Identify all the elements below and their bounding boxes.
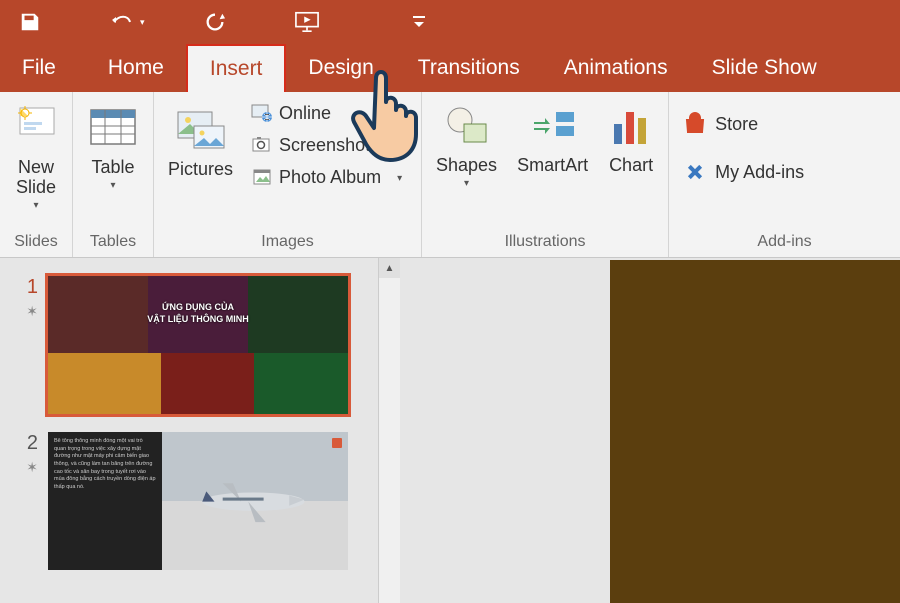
smartart-button[interactable]: SmartArt — [511, 98, 594, 180]
store-icon — [683, 112, 707, 136]
customize-qat-icon[interactable] — [407, 10, 431, 34]
table-button[interactable]: Table ▾ — [81, 98, 145, 195]
transition-star-icon: ✶ — [26, 459, 38, 476]
slide-thumbnail-1[interactable]: 1 ✶ ỨNG DỤNG CỦA VẬT LIỆU THÔNG MINH — [14, 276, 390, 414]
store-label: Store — [715, 114, 758, 135]
group-label-images: Images — [162, 231, 413, 255]
airplane-icon — [192, 471, 315, 526]
tab-file[interactable]: File — [10, 44, 86, 92]
dropdown-caret-icon: ▾ — [464, 178, 469, 189]
photo-album-icon — [251, 166, 273, 188]
pictures-icon — [174, 102, 228, 156]
group-slides: New Slide ▾ Slides — [0, 92, 73, 257]
slide-number: 1 — [27, 276, 38, 299]
group-label-addins: Add-ins — [677, 231, 892, 255]
group-label-illustrations: Illustrations — [430, 231, 660, 255]
tab-transitions[interactable]: Transitions — [396, 44, 542, 92]
photo-album-label: Photo Album — [279, 167, 381, 188]
slide-thumbnail-panel: 1 ✶ ỨNG DỤNG CỦA VẬT LIỆU THÔNG MINH 2 ✶ — [0, 258, 400, 603]
current-slide[interactable] — [610, 260, 900, 603]
tab-insert[interactable]: Insert — [186, 44, 287, 92]
slide-1-title: ỨNG DỤNG CỦA VẬT LIỆU THÔNG MINH — [48, 301, 348, 326]
ribbon-tabs: File Home Insert Design Transitions Anim… — [0, 44, 900, 92]
dropdown-caret-icon: ▾ — [397, 173, 402, 184]
transition-star-icon: ✶ — [26, 303, 38, 320]
start-from-beginning-icon[interactable] — [295, 10, 319, 34]
slide-canvas-area — [400, 258, 900, 603]
dropdown-caret-icon: ▾ — [376, 141, 381, 152]
tab-slideshow[interactable]: Slide Show — [690, 44, 839, 92]
slide-thumbnail-2[interactable]: 2 ✶ Bê tông thông minh đóng một vai trò … — [14, 432, 390, 570]
chart-icon — [608, 102, 654, 152]
new-slide-button[interactable]: New Slide ▾ — [8, 98, 64, 215]
screenshot-icon — [251, 134, 273, 156]
online-pictures-icon — [251, 102, 273, 124]
new-slide-label: New Slide — [16, 158, 56, 198]
ribbon: New Slide ▾ Slides Table ▾ Tables — [0, 92, 900, 258]
dropdown-caret-icon: ▾ — [110, 180, 115, 191]
my-addins-label: My Add-ins — [715, 162, 804, 183]
screenshot-label: Screenshot — [279, 135, 370, 156]
pictures-button[interactable]: Pictures — [162, 98, 239, 184]
work-area: 1 ✶ ỨNG DỤNG CỦA VẬT LIỆU THÔNG MINH 2 ✶ — [0, 258, 900, 603]
group-illustrations: Shapes ▾ SmartArt Chart Illust — [422, 92, 669, 257]
redo-icon[interactable] — [203, 10, 227, 34]
chart-button[interactable]: Chart — [602, 98, 660, 180]
tab-animations[interactable]: Animations — [542, 44, 690, 92]
table-label: Table — [91, 158, 134, 178]
save-icon[interactable] — [18, 10, 42, 34]
group-addins: Store My Add-ins Add-ins — [669, 92, 900, 257]
table-icon — [87, 102, 139, 154]
tab-home[interactable]: Home — [86, 44, 186, 92]
undo-dropdown-icon[interactable]: ▾ — [140, 17, 145, 28]
thumbnail-scrollbar[interactable]: ▲ — [378, 258, 400, 603]
shapes-label: Shapes — [436, 156, 497, 176]
undo-icon[interactable] — [110, 10, 134, 34]
online-pictures-button[interactable]: Online — [247, 100, 406, 126]
slide-number: 2 — [27, 432, 38, 455]
store-button[interactable]: Store — [677, 108, 764, 140]
group-images: Pictures Online Screenshot ▾ — [154, 92, 422, 257]
slide-2-text: Bê tông thông minh đóng một vai trò quan… — [48, 432, 162, 570]
scroll-up-icon[interactable]: ▲ — [379, 258, 400, 278]
new-slide-icon — [14, 102, 58, 154]
smartart-label: SmartArt — [517, 156, 588, 176]
smartart-icon — [528, 102, 578, 152]
pictures-label: Pictures — [168, 160, 233, 180]
photo-album-button[interactable]: Photo Album ▾ — [247, 164, 406, 190]
video-indicator-icon — [332, 438, 342, 448]
slide-preview-1: ỨNG DỤNG CỦA VẬT LIỆU THÔNG MINH — [48, 276, 348, 414]
group-label-tables: Tables — [81, 231, 145, 255]
dropdown-caret-icon: ▾ — [33, 200, 38, 211]
chart-label: Chart — [609, 156, 653, 176]
tab-design[interactable]: Design — [286, 44, 395, 92]
shapes-button[interactable]: Shapes ▾ — [430, 98, 503, 193]
my-addins-button[interactable]: My Add-ins — [677, 156, 810, 188]
group-label-slides: Slides — [8, 231, 64, 255]
screenshot-button[interactable]: Screenshot ▾ — [247, 132, 406, 158]
online-pictures-label: Online — [279, 103, 331, 124]
group-tables: Table ▾ Tables — [73, 92, 154, 257]
quick-access-toolbar: ▾ — [0, 0, 900, 44]
slide-preview-2: Bê tông thông minh đóng một vai trò quan… — [48, 432, 348, 570]
my-addins-icon — [683, 160, 707, 184]
shapes-icon — [442, 102, 492, 152]
